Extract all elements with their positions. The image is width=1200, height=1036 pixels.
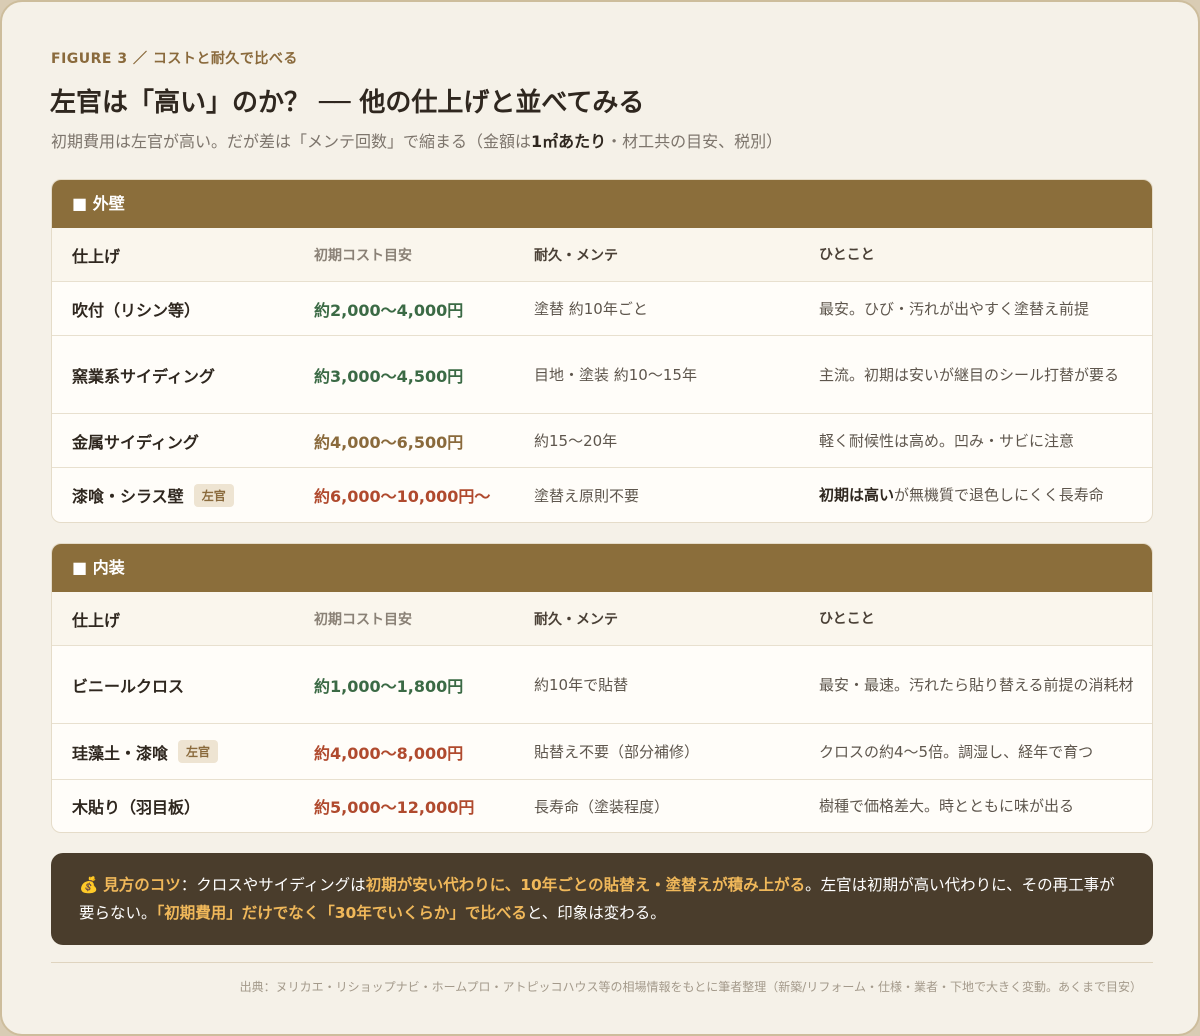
table-row: 吹付（リシン等） 約2,000〜4,000円 塗替 約10年ごと 最安。ひび・汚…: [52, 281, 1152, 335]
note: 樹種で価格差大。時とともに味が出る: [819, 797, 1075, 815]
note: 最安・最速。汚れたら貼り替える前提の消耗材: [819, 675, 1134, 694]
page-subtitle: 初期費用は左官が高い。だが差は「メンテ回数」で縮まる（金額は1㎡あたり・材工共の…: [51, 132, 783, 151]
finish-name: 窯業系サイディング: [72, 366, 215, 386]
table-row: 窯業系サイディング 約3,000〜4,500円 目地・塗装 約10〜15年 主流…: [52, 335, 1152, 413]
section-heading: ■ 外壁: [52, 180, 1152, 228]
table-row: 金属サイディング 約4,000〜6,500円 約15〜20年 軽く耐候性は高め。…: [52, 413, 1152, 467]
note: 最安。ひび・汚れが出やすく塗替え前提: [819, 299, 1090, 318]
durability: 塗替 約10年ごと: [534, 300, 648, 318]
figure-card: FIGURE 3 ／ コストと耐久で比べる 左官は「高い」のか？ ── 他の仕上…: [0, 0, 1200, 1036]
tip-text: ：クロスやサイディングは: [180, 876, 366, 894]
durability: 塗替え原則不要: [534, 486, 640, 505]
finish-name: 木貼り（羽目板）: [72, 798, 201, 817]
table-header-row: 仕上げ 初期コスト目安 耐久・メンテ ひとこと: [52, 592, 1152, 645]
finish-name-cell: 漆喰・シラス壁 左官: [72, 468, 312, 522]
divider: [51, 962, 1153, 963]
finish-name: 吹付（リシン等）: [72, 300, 201, 320]
cost-range: 約5,000〜12,000円: [314, 798, 475, 817]
col-header-cost: 初期コスト目安: [314, 611, 412, 628]
cost-range: 約6,000〜10,000円〜: [314, 487, 491, 506]
table-row: ビニールクロス 約1,000〜1,800円 約10年で貼替 最安・最速。汚れたら…: [52, 645, 1152, 723]
col-header-note: ひとこと: [819, 246, 875, 263]
note-cell: 初期は高いが無機質で退色しにくく長寿命: [819, 468, 1139, 522]
cost-range: 約1,000〜1,800円: [314, 676, 464, 696]
durability: 約10年で貼替: [534, 676, 629, 694]
durability: 約15〜20年: [534, 432, 618, 450]
finish-name: 金属サイディング: [72, 432, 199, 452]
note: が無機質で退色しにくく長寿命: [894, 486, 1104, 504]
cost-range: 約2,000〜4,000円: [314, 300, 464, 320]
source-note: 出典：ヌリカエ・リショップナビ・ホームプロ・アトピッコハウス等の相場情報をもとに…: [239, 980, 1142, 994]
table-header-row: 仕上げ 初期コスト目安 耐久・メンテ ひとこと: [52, 228, 1152, 281]
col-header-note: ひとこと: [819, 610, 875, 627]
col-header-finish: 仕上げ: [72, 246, 121, 266]
money-bag-icon: 💰: [79, 876, 99, 894]
table-row: 珪藻土・漆喰 左官 約4,000〜8,000円 貼替え不要（部分補修） クロスの約…: [52, 723, 1152, 779]
tip-box: 💰 見方のコツ：クロスやサイディングは初期が安い代わりに、10年ごとの貼替え・塗…: [51, 853, 1153, 945]
cost-range: 約4,000〜8,000円: [314, 743, 464, 763]
note: 軽く耐候性は高め。凹み・サビに注意: [819, 431, 1075, 450]
section-exterior: ■ 外壁 仕上げ 初期コスト目安 耐久・メンテ ひとこと 吹付（リシン等） 約2…: [51, 179, 1153, 523]
col-header-finish: 仕上げ: [72, 610, 121, 630]
tip-text: と、印象は変わる。: [526, 904, 666, 922]
col-header-durability: 耐久・メンテ: [534, 611, 618, 628]
durability: 長寿命（塗装程度）: [534, 797, 670, 816]
note: クロスの約4〜5倍。調湿し、経年で育つ: [819, 742, 1094, 761]
plaster-tag: 左官: [193, 483, 234, 507]
cost-range: 約4,000〜6,500円: [314, 432, 464, 452]
table-row: 漆喰・シラス壁 左官 約6,000〜10,000円〜 塗替え原則不要 初期は高いが…: [52, 467, 1152, 522]
col-header-cost: 初期コスト目安: [314, 247, 412, 264]
note: 主流。初期は安いが継目のシール打替が要る: [819, 365, 1120, 384]
cost-range: 約3,000〜4,500円: [314, 366, 464, 386]
finish-name: ビニールクロス: [72, 676, 185, 696]
durability: 目地・塗装 約10〜15年: [534, 366, 697, 384]
page-title: 左官は「高い」のか？ ── 他の仕上げと並べてみる: [50, 88, 645, 118]
figure-kicker: FIGURE 3 ／ コストと耐久で比べる: [51, 51, 298, 67]
finish-name-cell: 珪藻土・漆喰 左官: [72, 724, 312, 779]
table-row: 木貼り（羽目板） 約5,000〜12,000円 長寿命（塗装程度） 樹種で価格差…: [52, 779, 1152, 832]
finish-name: 珪藻土・漆喰: [72, 743, 169, 763]
finish-name: 漆喰・シラス壁: [72, 487, 184, 506]
note-emphasis: 初期は高い: [819, 486, 895, 504]
col-header-durability: 耐久・メンテ: [534, 247, 618, 264]
tip-highlight: 初期が安い代わりに、10年ごとの貼替え・塗替えが積み上がる: [365, 876, 806, 894]
plaster-tag: 左官: [178, 740, 219, 763]
section-heading: ■ 内装: [52, 544, 1152, 592]
section-interior: ■ 内装 仕上げ 初期コスト目安 耐久・メンテ ひとこと ビニールクロス 約1,…: [51, 543, 1153, 833]
tip-label: 見方のコツ: [103, 876, 181, 894]
tip-highlight: 「初期費用」だけでなく「30年でいくらか」で比べる: [156, 904, 527, 922]
durability: 貼替え不要（部分補修）: [534, 743, 700, 761]
